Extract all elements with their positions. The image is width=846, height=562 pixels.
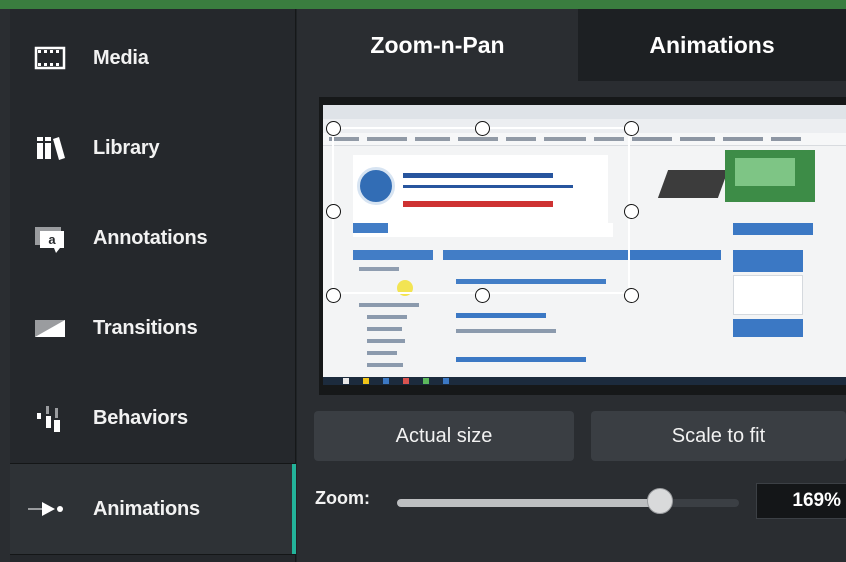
thumb-side-text-5 <box>367 339 405 343</box>
svg-text:a: a <box>48 232 56 247</box>
sidebar-item-library[interactable]: Library <box>10 103 296 193</box>
sidebar-item-transitions[interactable]: Transitions <box>10 283 296 373</box>
sidebar-item-media[interactable]: Media <box>10 13 296 103</box>
sidebar-item-label: Annotations <box>93 226 208 249</box>
thumb-right-heading-2 <box>733 319 803 337</box>
media-filmstrip-icon <box>34 46 66 70</box>
sidebar: Media Library a Annotations Transitions <box>10 9 296 562</box>
thumb-titlebar <box>323 105 846 119</box>
sidebar-item-animations[interactable]: Animations <box>10 463 296 555</box>
crop-handle-bottom-left[interactable] <box>326 288 341 303</box>
thumb-right-box <box>733 275 803 315</box>
sidebar-item-label: Media <box>93 46 149 69</box>
thumb-task-icon <box>443 378 449 384</box>
animation-arrow-icon <box>28 502 63 516</box>
crop-handle-bottom-right[interactable] <box>624 288 639 303</box>
thumb-taskbar <box>323 377 846 385</box>
active-accent-bar <box>292 464 296 554</box>
sidebar-item-label: Animations <box>93 497 200 520</box>
zoom-slider-thumb[interactable] <box>647 488 673 514</box>
thumb-task-icon <box>423 378 429 384</box>
transition-icon <box>35 320 65 337</box>
tab-animations[interactable]: Animations <box>578 9 846 81</box>
zoom-crop-rectangle[interactable] <box>332 127 630 294</box>
thumb-task-icon <box>363 378 369 384</box>
sidebar-item-annotations[interactable]: a Annotations <box>10 193 296 283</box>
thumb-graduation-cap <box>657 170 729 198</box>
crop-handle-bottom[interactable] <box>475 288 490 303</box>
sidebar-item-behaviors[interactable]: Behaviors <box>10 373 296 463</box>
zoom-slider-fill <box>397 499 660 507</box>
thumb-side-text-2 <box>359 303 419 307</box>
zoom-value-field[interactable]: 169% <box>756 483 846 519</box>
scale-to-fit-button[interactable]: Scale to fit <box>591 411 846 461</box>
crop-handle-top-left[interactable] <box>326 121 341 136</box>
crop-handle-top[interactable] <box>475 121 490 136</box>
thumb-course-link-2 <box>456 313 546 318</box>
crop-handle-right[interactable] <box>624 204 639 219</box>
zoom-label: Zoom: <box>315 488 370 508</box>
tab-zoom-n-pan[interactable]: Zoom-n-Pan <box>297 9 578 81</box>
left-edge <box>0 9 10 562</box>
sidebar-item-label: Behaviors <box>93 406 188 429</box>
library-books-icon <box>37 137 65 160</box>
thumb-task-icon <box>343 378 349 384</box>
thumb-side-text-6 <box>367 351 397 355</box>
crop-handle-top-right[interactable] <box>624 121 639 136</box>
thumb-side-text-4 <box>367 327 402 331</box>
thumb-task-icon <box>403 378 409 384</box>
zoom-slider-track[interactable] <box>397 499 739 507</box>
thumb-side-text-7 <box>367 363 403 367</box>
behaviors-icon <box>37 406 60 432</box>
crop-handle-left[interactable] <box>326 204 341 219</box>
annotation-speech-icon: a <box>35 227 64 253</box>
thumb-course-meta <box>456 329 556 333</box>
thumb-green-board-inner <box>735 158 795 186</box>
window-top-border <box>0 0 846 9</box>
sidebar-item-label: Library <box>93 136 160 159</box>
thumb-side-text-3 <box>367 315 407 319</box>
sidebar-item-label: Transitions <box>93 316 198 339</box>
thumb-course-link-3 <box>456 357 586 362</box>
thumb-task-icon <box>383 378 389 384</box>
thumb-right-heading <box>733 250 803 272</box>
actual-size-button[interactable]: Actual size <box>314 411 574 461</box>
thumb-right-button <box>733 223 813 235</box>
